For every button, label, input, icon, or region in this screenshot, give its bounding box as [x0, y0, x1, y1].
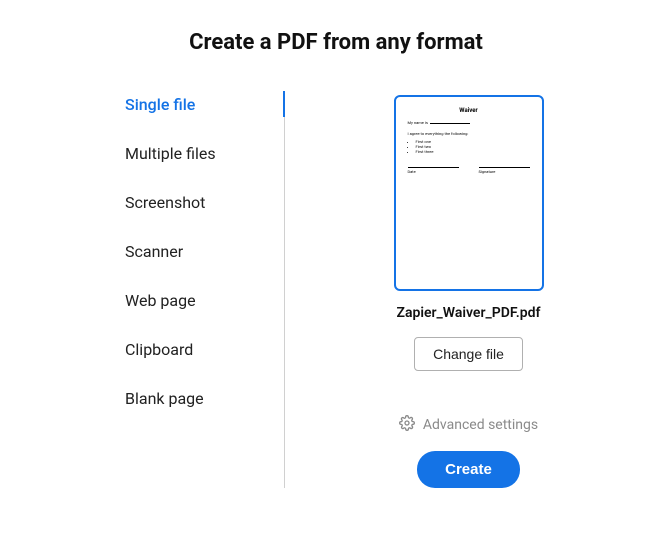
preview-name-underline — [430, 123, 470, 124]
selected-filename: Zapier_Waiver_PDF.pdf — [396, 305, 540, 321]
advanced-settings-link[interactable]: Advanced settings — [399, 415, 538, 435]
sidebar-item-clipboard[interactable]: Clipboard — [125, 340, 284, 389]
preview-signature-row: Date Signature — [408, 164, 530, 174]
sidebar-item-multiple-files[interactable]: Multiple files — [125, 144, 284, 193]
sidebar-item-screenshot[interactable]: Screenshot — [125, 193, 284, 242]
preview-signature-label: Signature — [479, 169, 496, 174]
sidebar-item-scanner[interactable]: Scanner — [125, 242, 284, 291]
preview-name-label: My name is — [408, 120, 428, 125]
sidebar-item-web-page[interactable]: Web page — [125, 291, 284, 340]
preview-signature-field: Signature — [479, 164, 530, 174]
preview-agree-text: I agree to everything the following: — [408, 131, 530, 136]
preview-bullet-list: First one First two First three — [408, 140, 530, 154]
create-pdf-dialog: Create a PDF from any format Single file… — [0, 30, 672, 547]
preview-bullet: First three — [416, 150, 530, 155]
preview-date-label: Date — [408, 169, 416, 174]
gear-icon — [399, 415, 415, 435]
source-sidebar: Single file Multiple files Screenshot Sc… — [125, 95, 285, 488]
main-panel: Waiver My name is I agree to everything … — [285, 95, 612, 488]
sidebar-item-blank-page[interactable]: Blank page — [125, 389, 284, 438]
preview-heading: Waiver — [408, 107, 530, 114]
change-file-button[interactable]: Change file — [414, 337, 523, 371]
advanced-settings-label: Advanced settings — [423, 417, 538, 433]
preview-name-row: My name is — [408, 120, 530, 125]
sidebar-item-single-file[interactable]: Single file — [125, 95, 284, 144]
file-preview[interactable]: Waiver My name is I agree to everything … — [394, 95, 544, 291]
create-button[interactable]: Create — [417, 451, 520, 488]
preview-date-field: Date — [408, 164, 459, 174]
content-area: Single file Multiple files Screenshot Sc… — [0, 95, 672, 488]
page-title: Create a PDF from any format — [0, 30, 672, 55]
